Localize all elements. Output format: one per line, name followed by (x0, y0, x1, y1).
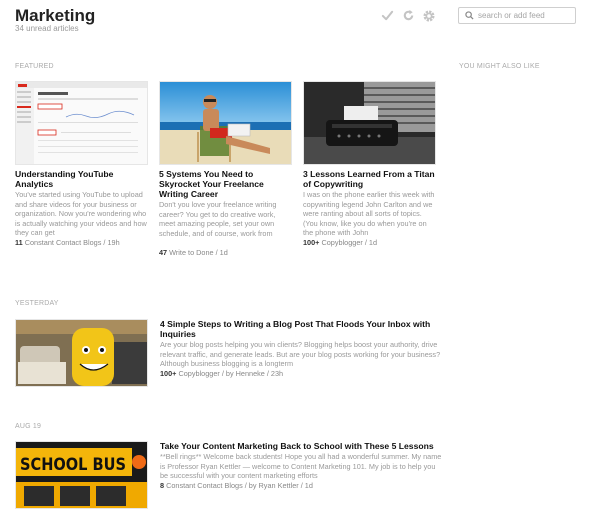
section-aug-19: AUG 19 (15, 423, 42, 430)
engagement-count: 100+ (303, 238, 320, 247)
article-source: Copyblogger / 1d (321, 238, 378, 247)
gear-icon (423, 10, 435, 22)
engagement-count: 47 (159, 248, 168, 257)
article-title[interactable]: Understanding YouTube Analytics (15, 169, 148, 189)
article-excerpt: I was on the phone earlier this week wit… (303, 190, 435, 238)
search-input[interactable] (476, 11, 572, 20)
article-excerpt: Are your blog posts helping you win clie… (160, 340, 441, 369)
article-excerpt: **Bell rings** Welcome back students! Ho… (160, 452, 442, 481)
article-meta: 100+ Copyblogger / by Henneke / 23h (160, 369, 445, 379)
article-text: Take Your Content Marketing Back to Scho… (160, 441, 445, 491)
article-source: Constant Contact Blogs / by Ryan Kettler… (166, 480, 313, 490)
settings-button[interactable] (422, 9, 436, 23)
unread-count: 34 unread articles (15, 24, 79, 33)
featured-article-2[interactable]: 5 Systems You Need to Skyrocket Your Fre… (159, 81, 292, 258)
section-yesterday: YESTERDAY (15, 300, 59, 307)
article-excerpt: You've started using YouTube to upload a… (15, 190, 147, 238)
section-featured: FEATURED (15, 63, 54, 70)
featured-article-3[interactable]: 3 Lessons Learned From a Titan of Copywr… (303, 81, 436, 248)
search-box[interactable] (458, 7, 576, 24)
checkmark-icon (381, 10, 393, 21)
article-meta: 11 Constant Contact Blogs / 19h (15, 238, 148, 248)
article-thumbnail[interactable]: SCHOOL BUS (15, 441, 148, 509)
article-source: Constant Contact Blogs / 19h (24, 238, 120, 247)
engagement-count: 100+ (160, 368, 177, 378)
article-meta: 8 Constant Contact Blogs / by Ryan Kettle… (160, 481, 445, 491)
refresh-icon (403, 9, 413, 21)
article-excerpt: Don't you love your freelance writing ca… (159, 200, 277, 238)
bus-sign-text: SCHOOL BUS (20, 455, 126, 475)
article-title[interactable]: Take Your Content Marketing Back to Scho… (160, 441, 445, 451)
mark-all-read-button[interactable] (380, 9, 394, 23)
article-meta: 47 Write to Done / 1d (159, 248, 292, 258)
article-source: Copyblogger / by Henneke / 23h (178, 368, 284, 378)
article-thumbnail[interactable] (15, 81, 148, 165)
engagement-count: 8 (160, 480, 165, 490)
engagement-count: 11 (15, 238, 23, 247)
article-meta: 100+ Copyblogger / 1d (303, 238, 436, 248)
page-title: Marketing (15, 6, 96, 25)
section-you-might-also-like: YOU MIGHT ALSO LIKE (459, 63, 540, 70)
article-title[interactable]: 3 Lessons Learned From a Titan of Copywr… (303, 169, 436, 189)
list-article-1[interactable]: 4 Simple Steps to Writing a Blog Post Th… (15, 319, 440, 389)
article-thumbnail[interactable] (303, 81, 436, 165)
article-thumbnail[interactable] (159, 81, 292, 165)
refresh-button[interactable] (401, 9, 415, 23)
featured-article-1[interactable]: Understanding YouTube Analytics You've s… (15, 81, 148, 248)
article-title[interactable]: 5 Systems You Need to Skyrocket Your Fre… (159, 169, 292, 199)
article-thumbnail[interactable] (15, 319, 148, 387)
list-article-2[interactable]: SCHOOL BUS Take Your Content Marketing B… (15, 441, 441, 511)
article-title[interactable]: 4 Simple Steps to Writing a Blog Post Th… (160, 319, 445, 339)
article-source: Write to Done / 1d (169, 248, 228, 257)
article-text: 4 Simple Steps to Writing a Blog Post Th… (160, 319, 445, 379)
search-icon (462, 9, 476, 23)
